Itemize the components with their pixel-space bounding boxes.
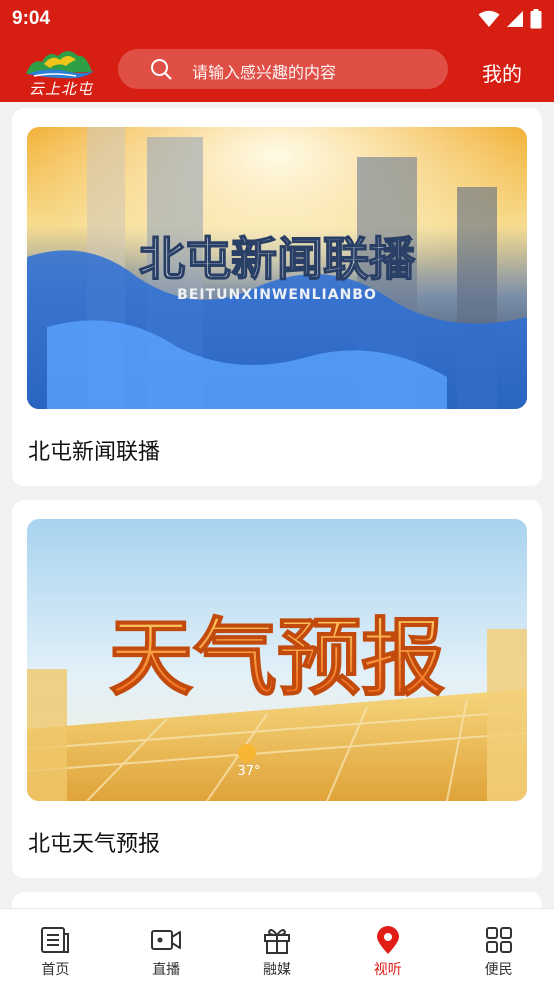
program-card-partial[interactable] <box>12 892 542 908</box>
weather-thumbnail-image: 天气预报 37° <box>27 519 527 801</box>
wifi-icon <box>478 10 500 27</box>
nav-item-media[interactable]: 融媒 <box>222 909 333 984</box>
search-icon <box>151 59 172 80</box>
status-icons <box>478 9 542 29</box>
nav-item-home[interactable]: 首页 <box>0 909 111 984</box>
nav-item-convenience[interactable]: 便民 <box>443 909 554 984</box>
video-feed: 北屯新闻联播 BEITUNXINWENLIANBO 北屯新闻联播 天气预报 37… <box>0 102 554 908</box>
mine-button[interactable]: 我的 <box>482 58 522 87</box>
news-thumbnail-image: 北屯新闻联播 BEITUNXINWENLIANBO <box>27 127 527 409</box>
status-time: 9:04 <box>12 8 51 29</box>
weather-temp-text: 37° <box>237 764 260 779</box>
logo-text: 云上北屯 <box>28 80 93 98</box>
bottom-navigation: 首页 直播 融媒 视听 便民 <box>0 908 554 984</box>
nav-label-live: 直播 <box>152 962 181 978</box>
sun-icon <box>238 744 256 762</box>
signal-icon <box>507 11 523 27</box>
program-card-news[interactable]: 北屯新闻联播 BEITUNXINWENLIANBO 北屯新闻联播 <box>12 108 542 486</box>
program-thumbnail-news[interactable]: 北屯新闻联播 BEITUNXINWENLIANBO <box>27 127 527 409</box>
nav-label-home: 首页 <box>41 962 70 978</box>
nav-label-media: 融媒 <box>262 962 291 978</box>
video-camera-icon <box>151 930 182 950</box>
mountain-logo-icon <box>26 51 94 79</box>
search-bar[interactable]: 请输入感兴趣的内容 <box>118 49 448 89</box>
app-header: 云上北屯 请输入感兴趣的内容 我的 <box>0 38 554 102</box>
thumbnail-title-text: 北屯新闻联播 <box>139 232 416 286</box>
status-bar: 9:04 <box>0 0 554 38</box>
news-icon <box>41 927 70 953</box>
search-placeholder: 请输入感兴趣的内容 <box>192 63 337 82</box>
nav-item-audio-video[interactable]: 视听 <box>332 909 443 984</box>
program-thumbnail-weather[interactable]: 天气预报 37° <box>27 519 527 801</box>
nav-label-audio-video: 视听 <box>373 962 402 978</box>
thumbnail-subtitle-text: BEITUNXINWENLIANBO <box>177 287 377 303</box>
app-logo[interactable]: 云上北屯 <box>18 42 100 100</box>
location-pin-icon <box>376 926 399 954</box>
nav-label-convenience: 便民 <box>484 962 513 978</box>
nav-item-live[interactable]: 直播 <box>111 909 222 984</box>
battery-icon <box>530 9 542 29</box>
program-card-weather[interactable]: 天气预报 37° 北屯天气预报 <box>12 500 542 878</box>
grid-icon <box>485 927 512 953</box>
program-title[interactable]: 北屯新闻联播 <box>28 434 160 466</box>
gift-icon <box>263 929 290 954</box>
program-title[interactable]: 北屯天气预报 <box>28 826 160 858</box>
weather-title-text: 天气预报 <box>109 609 445 707</box>
